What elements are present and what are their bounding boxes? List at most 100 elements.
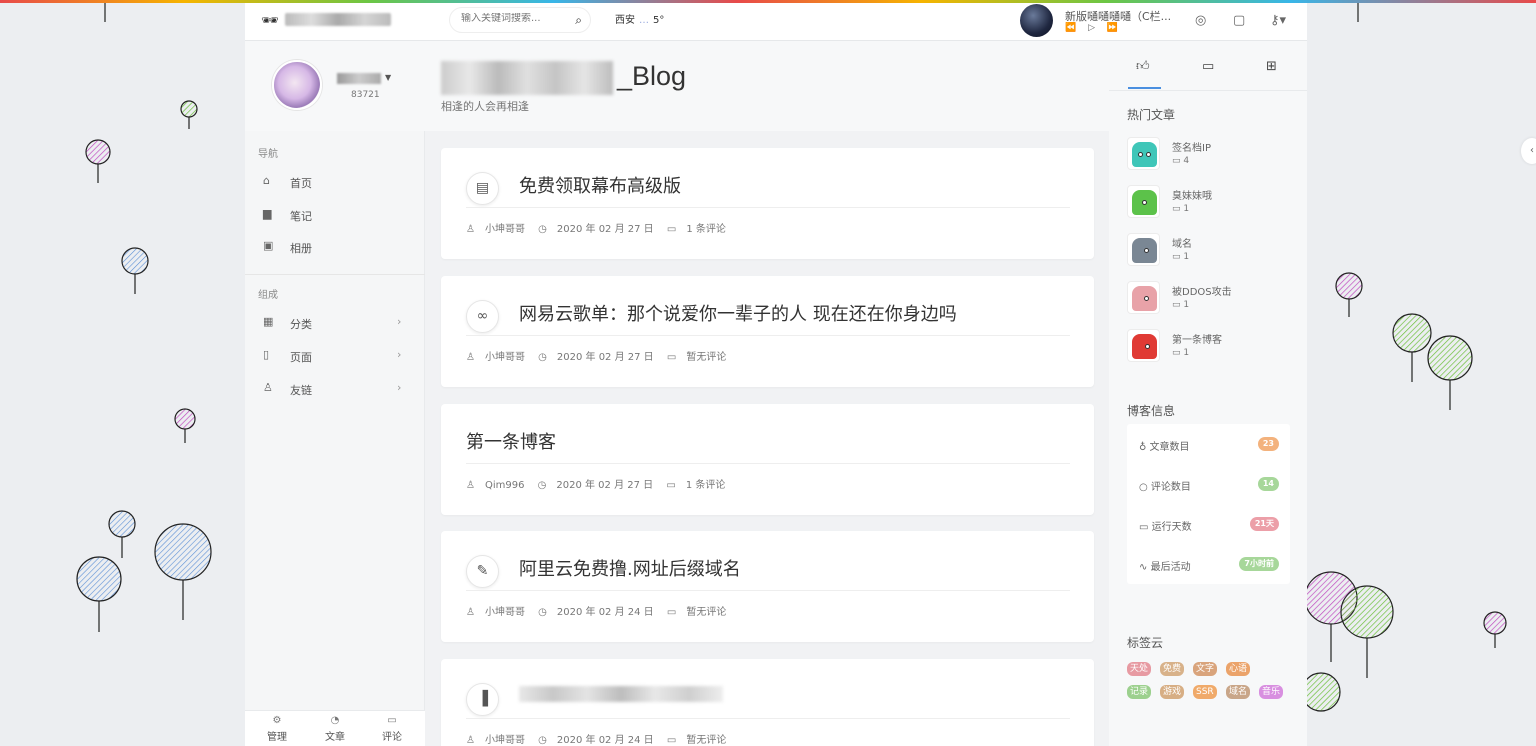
clock-icon: ◷: [538, 735, 547, 746]
blog-info-heading: 博客信息: [1127, 404, 1176, 418]
info-badge: 23: [1257, 437, 1279, 451]
comment-icon[interactable]: ▭: [1202, 59, 1214, 74]
hot-article[interactable]: 第一条博客 ▭ 1: [1127, 329, 1297, 363]
post-author[interactable]: 小坤哥哥: [485, 607, 525, 618]
hot-article[interactable]: 域名 ▭ 1: [1127, 233, 1297, 267]
sidebar-item-links[interactable]: ♙ 友链 ›: [263, 379, 413, 399]
blog-info-card: ♁ 文章数目 23 ○ 评论数目 14 ▭ 运行天数 21天 ∿ 最后活动 7小…: [1127, 424, 1290, 584]
bulb-icon: ♁: [1139, 442, 1147, 453]
tag-item[interactable]: 天处: [1127, 662, 1152, 676]
tag-item[interactable]: 音乐: [1259, 685, 1284, 699]
info-row-last-active: ∿ 最后活动 7小时前: [1139, 557, 1279, 573]
hot-article-title[interactable]: 签名档IP: [1172, 139, 1211, 154]
post-author[interactable]: 小坤哥哥: [485, 224, 525, 235]
user-id: 83721: [351, 90, 380, 100]
next-track-icon[interactable]: ⏩: [1107, 23, 1118, 33]
nav-heading: 导航: [258, 149, 278, 160]
album-cover[interactable]: [1020, 4, 1053, 37]
comment-icon: ▭: [666, 352, 677, 363]
avatar[interactable]: [272, 60, 322, 110]
prev-track-icon[interactable]: ⏪: [1065, 23, 1076, 33]
article-thumbnail: [1127, 281, 1160, 314]
sunglasses-icon[interactable]: 🕶: [261, 13, 279, 29]
tab-articles[interactable]: ◔ 文章: [315, 715, 355, 743]
hot-article-title[interactable]: 臭妹妹哦: [1172, 187, 1212, 202]
hot-article[interactable]: 签名档IP ▭ 4: [1127, 137, 1297, 171]
info-row-comments: ○ 评论数目 14: [1139, 477, 1279, 493]
sidebar-item-notes[interactable]: ▆ 笔记: [263, 205, 413, 225]
link-icon: ∞: [466, 300, 499, 333]
info-label: 文章数目: [1149, 442, 1190, 453]
comment-icon: ○: [1139, 482, 1148, 493]
post-title[interactable]: 网易云歌单：那个说爱你一辈子的人 现在还在你身边吗: [519, 300, 957, 326]
site-name-blurred[interactable]: [285, 13, 391, 26]
play-icon[interactable]: ▷: [1088, 23, 1095, 33]
post-comments[interactable]: 暂无评论: [686, 352, 726, 363]
hot-article-comments: ▭ 1: [1172, 252, 1190, 262]
side-toggle-button[interactable]: ‹: [1521, 138, 1536, 164]
post-card[interactable]: ✎ 阿里云免费撸.网址后缀域名 ♙ 小坤哥哥 ◷ 2020 年 02 月 24 日 …: [441, 531, 1094, 642]
tag-item[interactable]: SSR: [1193, 685, 1217, 699]
sidebar-item-pages[interactable]: ▯ 页面 ›: [263, 346, 413, 366]
comment-icon: ▭: [666, 224, 677, 235]
hot-article-title[interactable]: 被DDOS攻击: [1172, 283, 1232, 298]
post-title[interactable]: 阿里云免费撸.网址后缀域名: [519, 555, 741, 581]
post-card[interactable]: ∞ 网易云歌单：那个说爱你一辈子的人 现在还在你身边吗 ♙ 小坤哥哥 ◷ 2020 …: [441, 276, 1094, 387]
tab-admin[interactable]: ⚙ 管理: [257, 715, 297, 743]
calendar-icon: ▭: [1139, 522, 1149, 533]
post-divider: [466, 335, 1070, 336]
left-sidebar: ▼ 83721 导航 ⌂ 首页 ▆ 笔记 ▣ 相册 组成 ▦ 分类 › ▯ 页面…: [245, 41, 425, 746]
top-header: 🕶 ⌕ 西安 … 5° 新版嗵嗵嗵嗵（C栏... ⏪ ▷ ⏩ ◎ ▢ ⚷▾: [245, 0, 1307, 41]
tag-item[interactable]: 心语: [1226, 662, 1251, 676]
target-icon[interactable]: ◎: [1195, 13, 1206, 28]
tag-item[interactable]: 记录: [1127, 685, 1152, 699]
hot-article-title[interactable]: 域名: [1172, 235, 1192, 250]
username-blurred[interactable]: [337, 73, 381, 84]
chevron-right-icon: ›: [397, 348, 402, 361]
tag-item[interactable]: 游戏: [1160, 685, 1185, 699]
post-title[interactable]: 免费领取幕布高级版: [519, 172, 681, 198]
sidebar-item-home[interactable]: ⌂ 首页: [263, 172, 413, 192]
hot-article[interactable]: 被DDOS攻击 ▭ 1: [1127, 281, 1297, 315]
tag-item[interactable]: 域名: [1226, 685, 1251, 699]
post-meta: ♙ 小坤哥哥 ◷ 2020 年 02 月 24 日 ▭ 暂无评论: [466, 731, 736, 746]
post-comments[interactable]: 1 条评论: [686, 480, 726, 491]
gear-icon: ⚙: [272, 715, 282, 726]
post-divider: [466, 207, 1070, 208]
post-comments[interactable]: 1 条评论: [686, 224, 726, 235]
tab-label: 管理: [267, 732, 287, 743]
post-divider: [466, 718, 1070, 719]
post-author[interactable]: 小坤哥哥: [485, 735, 525, 746]
post-author[interactable]: 小坤哥哥: [485, 352, 525, 363]
file-icon: ▯: [263, 348, 270, 361]
tag-item[interactable]: 文字: [1193, 662, 1218, 676]
post-author[interactable]: Qim996: [485, 480, 524, 491]
post-card[interactable]: ▐ ♙ 小坤哥哥 ◷ 2020 年 02 月 24 日 ▭ 暂无评论: [441, 659, 1094, 746]
grid-icon: ▦: [263, 315, 274, 328]
hot-article[interactable]: 臭妹妹哦 ▭ 1: [1127, 185, 1297, 219]
post-title-blurred[interactable]: [519, 686, 723, 702]
post-card[interactable]: 第一条博客 ♙ Qim996 ◷ 2020 年 02 月 27 日 ▭ 1 条评论: [441, 404, 1094, 515]
sidebar-item-album[interactable]: ▣ 相册: [263, 237, 413, 257]
post-card[interactable]: ▤ 免费领取幕布高级版 ♙ 小坤哥哥 ◷ 2020 年 02 月 27 日 ▭ 1 条…: [441, 148, 1094, 259]
thumbs-up-icon[interactable]: 👍︎: [1136, 59, 1150, 74]
hot-article-title[interactable]: 第一条博客: [1172, 331, 1222, 346]
key-menu-icon[interactable]: ⚷▾: [1270, 13, 1286, 28]
chat-icon[interactable]: ▢: [1233, 13, 1245, 28]
comment-icon: ▭: [666, 480, 676, 491]
author-icon: ♙: [466, 735, 475, 746]
sidebar-item-categories[interactable]: ▦ 分类 ›: [263, 313, 413, 333]
tab-comments[interactable]: ▭ 评论: [372, 715, 412, 743]
post-comments[interactable]: 暂无评论: [686, 607, 726, 618]
post-meta: ♙ Qim996 ◷ 2020 年 02 月 27 日 ▭ 1 条评论: [466, 476, 735, 491]
weather-widget: 西安 … 5°: [615, 11, 664, 26]
post-date: 2020 年 02 月 27 日: [556, 352, 654, 363]
notebook-icon: ▆: [263, 207, 272, 220]
tag-item[interactable]: 免费: [1160, 662, 1185, 676]
search-input[interactable]: [461, 13, 561, 24]
post-comments[interactable]: 暂无评论: [686, 735, 726, 746]
gift-icon[interactable]: ⊞: [1266, 59, 1277, 74]
search-icon[interactable]: ⌕: [575, 13, 582, 28]
chevron-down-icon[interactable]: ▼: [385, 73, 391, 82]
post-title[interactable]: 第一条博客: [466, 428, 556, 454]
